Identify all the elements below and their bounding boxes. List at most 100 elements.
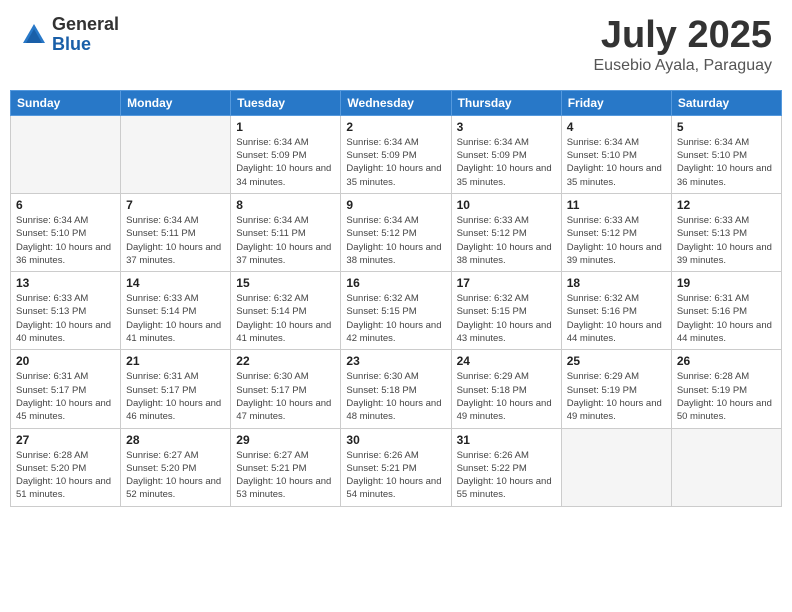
day-info: Sunrise: 6:33 AM Sunset: 5:12 PM Dayligh…	[457, 214, 556, 267]
day-info: Sunrise: 6:32 AM Sunset: 5:15 PM Dayligh…	[457, 292, 556, 345]
calendar-cell: 17 Sunrise: 6:32 AM Sunset: 5:15 PM Dayli…	[451, 272, 561, 350]
calendar-cell: 5 Sunrise: 6:34 AM Sunset: 5:10 PM Daylig…	[671, 115, 781, 193]
day-number: 24	[457, 354, 556, 368]
day-number: 21	[126, 354, 225, 368]
calendar-cell: 15 Sunrise: 6:32 AM Sunset: 5:14 PM Dayli…	[231, 272, 341, 350]
calendar-cell	[11, 115, 121, 193]
calendar-cell: 12Sunrise: 6:33 AM Sunset: 5:13 PM Dayli…	[671, 193, 781, 271]
day-number: 8	[236, 198, 335, 212]
calendar-cell: 3 Sunrise: 6:34 AM Sunset: 5:09 PM Daylig…	[451, 115, 561, 193]
calendar-cell: 7Sunrise: 6:34 AM Sunset: 5:11 PM Daylig…	[121, 193, 231, 271]
day-number: 7	[126, 198, 225, 212]
day-number: 15	[236, 276, 335, 290]
logo-text: General Blue	[52, 15, 119, 55]
day-number: 2	[346, 120, 445, 134]
day-info: Sunrise: 6:33 AM Sunset: 5:12 PM Dayligh…	[567, 214, 666, 267]
weekday-header: Tuesday	[231, 90, 341, 115]
calendar-cell: 30 Sunrise: 6:26 AM Sunset: 5:21 PM Dayli…	[341, 428, 451, 506]
day-info: Sunrise: 6:28 AM Sunset: 5:20 PM Dayligh…	[16, 449, 115, 502]
day-info: Sunrise: 6:30 AM Sunset: 5:18 PM Dayligh…	[346, 370, 445, 423]
day-number: 11	[567, 198, 666, 212]
day-info: Sunrise: 6:32 AM Sunset: 5:16 PM Dayligh…	[567, 292, 666, 345]
weekday-header: Saturday	[671, 90, 781, 115]
weekday-header: Monday	[121, 90, 231, 115]
day-number: 3	[457, 120, 556, 134]
day-info: Sunrise: 6:34 AM Sunset: 5:09 PM Dayligh…	[346, 136, 445, 189]
day-info: Sunrise: 6:34 AM Sunset: 5:09 PM Dayligh…	[457, 136, 556, 189]
month-title: July 2025	[594, 15, 773, 57]
calendar-cell: 21 Sunrise: 6:31 AM Sunset: 5:17 PM Dayli…	[121, 350, 231, 428]
day-info: Sunrise: 6:34 AM Sunset: 5:10 PM Dayligh…	[16, 214, 115, 267]
day-number: 18	[567, 276, 666, 290]
day-number: 31	[457, 433, 556, 447]
weekday-header: Thursday	[451, 90, 561, 115]
weekday-header: Sunday	[11, 90, 121, 115]
day-number: 1	[236, 120, 335, 134]
day-info: Sunrise: 6:33 AM Sunset: 5:14 PM Dayligh…	[126, 292, 225, 345]
day-info: Sunrise: 6:31 AM Sunset: 5:16 PM Dayligh…	[677, 292, 776, 345]
day-info: Sunrise: 6:34 AM Sunset: 5:09 PM Dayligh…	[236, 136, 335, 189]
calendar-cell: 6 Sunrise: 6:34 AM Sunset: 5:10 PM Daylig…	[11, 193, 121, 271]
day-number: 27	[16, 433, 115, 447]
day-number: 4	[567, 120, 666, 134]
calendar-cell: 9Sunrise: 6:34 AM Sunset: 5:12 PM Daylig…	[341, 193, 451, 271]
page-header: General Blue July 2025 Eusebio Ayala, Pa…	[10, 10, 782, 80]
calendar-cell: 1 Sunrise: 6:34 AM Sunset: 5:09 PM Daylig…	[231, 115, 341, 193]
day-number: 13	[16, 276, 115, 290]
day-number: 26	[677, 354, 776, 368]
day-info: Sunrise: 6:33 AM Sunset: 5:13 PM Dayligh…	[16, 292, 115, 345]
day-number: 5	[677, 120, 776, 134]
calendar-table: SundayMondayTuesdayWednesdayThursdayFrid…	[10, 90, 782, 507]
weekday-header: Wednesday	[341, 90, 451, 115]
day-number: 29	[236, 433, 335, 447]
logo-icon	[20, 21, 48, 49]
day-info: Sunrise: 6:30 AM Sunset: 5:17 PM Dayligh…	[236, 370, 335, 423]
day-number: 20	[16, 354, 115, 368]
calendar-cell: 29Sunrise: 6:27 AM Sunset: 5:21 PM Dayli…	[231, 428, 341, 506]
day-number: 25	[567, 354, 666, 368]
calendar-cell	[561, 428, 671, 506]
calendar-cell: 26 Sunrise: 6:28 AM Sunset: 5:19 PM Dayli…	[671, 350, 781, 428]
day-info: Sunrise: 6:26 AM Sunset: 5:21 PM Dayligh…	[346, 449, 445, 502]
calendar-cell: 31 Sunrise: 6:26 AM Sunset: 5:22 PM Dayli…	[451, 428, 561, 506]
logo-blue: Blue	[52, 34, 91, 54]
day-info: Sunrise: 6:26 AM Sunset: 5:22 PM Dayligh…	[457, 449, 556, 502]
calendar-cell: 28 Sunrise: 6:27 AM Sunset: 5:20 PM Dayli…	[121, 428, 231, 506]
calendar-week-row: 6 Sunrise: 6:34 AM Sunset: 5:10 PM Daylig…	[11, 193, 782, 271]
day-info: Sunrise: 6:27 AM Sunset: 5:20 PM Dayligh…	[126, 449, 225, 502]
calendar-week-row: 20 Sunrise: 6:31 AM Sunset: 5:17 PM Dayli…	[11, 350, 782, 428]
calendar-cell	[671, 428, 781, 506]
day-number: 9	[346, 198, 445, 212]
calendar-cell: 24Sunrise: 6:29 AM Sunset: 5:18 PM Dayli…	[451, 350, 561, 428]
calendar-cell: 10 Sunrise: 6:33 AM Sunset: 5:12 PM Dayli…	[451, 193, 561, 271]
day-number: 10	[457, 198, 556, 212]
calendar-cell: 23 Sunrise: 6:30 AM Sunset: 5:18 PM Dayli…	[341, 350, 451, 428]
calendar-cell: 4Sunrise: 6:34 AM Sunset: 5:10 PM Daylig…	[561, 115, 671, 193]
day-number: 23	[346, 354, 445, 368]
day-number: 30	[346, 433, 445, 447]
calendar-week-row: 13 Sunrise: 6:33 AM Sunset: 5:13 PM Dayli…	[11, 272, 782, 350]
location-title: Eusebio Ayala, Paraguay	[594, 57, 773, 75]
day-info: Sunrise: 6:34 AM Sunset: 5:10 PM Dayligh…	[677, 136, 776, 189]
calendar-cell: 13 Sunrise: 6:33 AM Sunset: 5:13 PM Dayli…	[11, 272, 121, 350]
calendar-cell: 16Sunrise: 6:32 AM Sunset: 5:15 PM Dayli…	[341, 272, 451, 350]
day-number: 12	[677, 198, 776, 212]
day-info: Sunrise: 6:31 AM Sunset: 5:17 PM Dayligh…	[126, 370, 225, 423]
day-info: Sunrise: 6:28 AM Sunset: 5:19 PM Dayligh…	[677, 370, 776, 423]
day-number: 22	[236, 354, 335, 368]
logo-general: General	[52, 14, 119, 34]
day-info: Sunrise: 6:32 AM Sunset: 5:14 PM Dayligh…	[236, 292, 335, 345]
calendar-cell: 18 Sunrise: 6:32 AM Sunset: 5:16 PM Dayli…	[561, 272, 671, 350]
title-block: July 2025 Eusebio Ayala, Paraguay	[594, 15, 773, 75]
calendar-cell: 20Sunrise: 6:31 AM Sunset: 5:17 PM Dayli…	[11, 350, 121, 428]
day-info: Sunrise: 6:29 AM Sunset: 5:19 PM Dayligh…	[567, 370, 666, 423]
weekday-header: Friday	[561, 90, 671, 115]
calendar-cell: 19Sunrise: 6:31 AM Sunset: 5:16 PM Dayli…	[671, 272, 781, 350]
calendar-week-row: 1 Sunrise: 6:34 AM Sunset: 5:09 PM Daylig…	[11, 115, 782, 193]
day-number: 28	[126, 433, 225, 447]
day-number: 6	[16, 198, 115, 212]
calendar-cell: 14Sunrise: 6:33 AM Sunset: 5:14 PM Dayli…	[121, 272, 231, 350]
calendar-cell: 22 Sunrise: 6:30 AM Sunset: 5:17 PM Dayli…	[231, 350, 341, 428]
day-number: 17	[457, 276, 556, 290]
day-number: 16	[346, 276, 445, 290]
